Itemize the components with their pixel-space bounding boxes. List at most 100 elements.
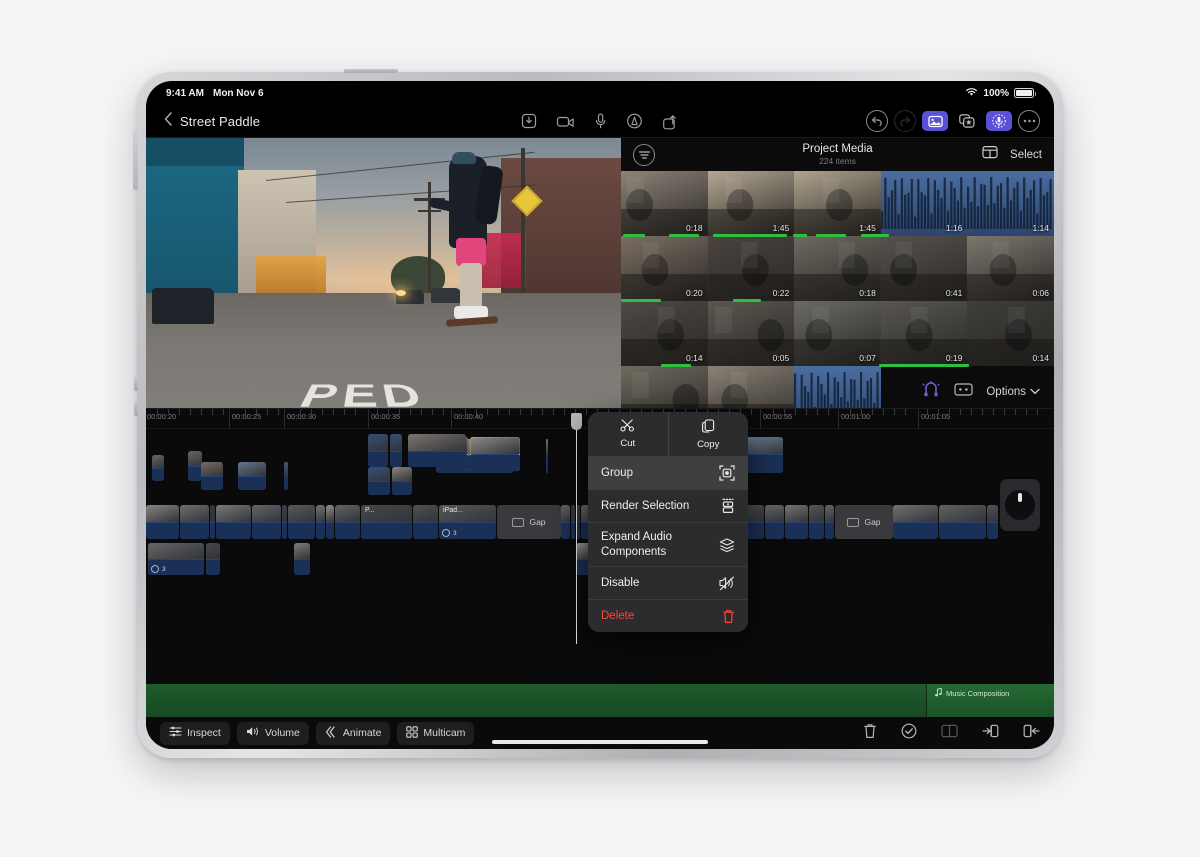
import-icon[interactable] bbox=[522, 113, 537, 129]
context-menu-item-expand-audio-components[interactable]: Expand Audio Components bbox=[588, 522, 748, 566]
media-thumbnail[interactable]: 1:14 bbox=[967, 171, 1054, 236]
timeline-clip[interactable] bbox=[282, 505, 287, 539]
timeline-clip[interactable] bbox=[390, 434, 402, 467]
context-menu-cut-button[interactable]: Cut bbox=[588, 412, 668, 456]
timeline-clip[interactable] bbox=[146, 505, 179, 539]
more-icon[interactable] bbox=[1018, 110, 1040, 132]
media-thumbnail[interactable]: 0:05 bbox=[708, 301, 795, 366]
timeline-clip[interactable] bbox=[216, 505, 251, 539]
timeline-clip[interactable] bbox=[316, 505, 325, 539]
media-browser-icon[interactable] bbox=[922, 111, 948, 131]
media-thumbnail[interactable]: 0:07 bbox=[794, 301, 881, 366]
timeline-clip[interactable] bbox=[188, 451, 202, 481]
timeline-clip[interactable] bbox=[561, 505, 570, 539]
timeline-options-button[interactable]: Options bbox=[986, 386, 1040, 398]
timeline-gap-clip[interactable]: Gap bbox=[497, 505, 561, 539]
timeline-clip[interactable] bbox=[252, 505, 281, 539]
timeline-clip[interactable] bbox=[825, 505, 834, 539]
media-thumbnail[interactable]: 0:18 bbox=[794, 236, 881, 301]
timeline-clip[interactable] bbox=[210, 505, 215, 539]
timeline-clip[interactable] bbox=[546, 439, 548, 473]
volume-down-button[interactable] bbox=[134, 402, 138, 416]
playhead[interactable] bbox=[576, 429, 577, 644]
timeline-clip[interactable] bbox=[939, 505, 986, 539]
undo-icon[interactable] bbox=[866, 110, 888, 132]
timeline-clip[interactable] bbox=[368, 434, 388, 467]
timeline-clip[interactable] bbox=[326, 505, 334, 539]
context-menu-item-group[interactable]: Group bbox=[588, 456, 748, 489]
media-thumbnail[interactable]: 0:19 bbox=[881, 301, 968, 366]
timeline-clip[interactable] bbox=[284, 462, 288, 490]
timeline-gap-clip[interactable]: Gap bbox=[835, 505, 893, 539]
trim-start-icon[interactable] bbox=[982, 724, 999, 743]
filter-icon[interactable] bbox=[633, 144, 655, 166]
timeline-clip[interactable]: P... bbox=[361, 505, 412, 539]
timeline-clip[interactable] bbox=[809, 505, 824, 539]
audio-icon[interactable] bbox=[986, 111, 1012, 131]
annotate-icon[interactable] bbox=[627, 113, 643, 129]
home-indicator[interactable] bbox=[492, 740, 708, 744]
multicam-view-icon[interactable] bbox=[954, 382, 973, 402]
playhead-handle[interactable] bbox=[571, 413, 582, 430]
power-button[interactable] bbox=[344, 69, 398, 73]
timeline-clip[interactable] bbox=[392, 467, 412, 495]
media-thumbnail[interactable]: 0:41 bbox=[881, 236, 968, 301]
bottom-button-multicam[interactable]: Multicam bbox=[397, 722, 474, 745]
timeline-clip[interactable] bbox=[180, 505, 209, 539]
context-menu[interactable]: CutCopy GroupRender SelectionExpand Audi… bbox=[588, 412, 748, 632]
volume-up-button[interactable] bbox=[134, 377, 138, 391]
bottom-button-inspect[interactable]: Inspect bbox=[160, 722, 230, 745]
timeline-clip[interactable] bbox=[288, 505, 315, 539]
media-thumbnail[interactable]: 0:18 bbox=[621, 171, 708, 236]
timeline-clip[interactable]: iPad...3 bbox=[439, 505, 496, 539]
effects-icon[interactable] bbox=[954, 111, 980, 131]
video-camera-icon[interactable] bbox=[557, 115, 575, 128]
media-thumbnail[interactable]: 0:06 bbox=[967, 236, 1054, 301]
timeline-clip[interactable] bbox=[893, 505, 938, 539]
bottom-button-volume[interactable]: Volume bbox=[237, 722, 309, 745]
timeline-clip[interactable] bbox=[571, 505, 575, 539]
music-track[interactable]: Music Composition bbox=[146, 684, 1054, 717]
timeline-clip[interactable] bbox=[201, 462, 223, 490]
timeline-clip[interactable] bbox=[765, 505, 784, 539]
check-circle-icon[interactable] bbox=[901, 723, 917, 744]
media-thumbnail[interactable]: 0:22 bbox=[708, 236, 795, 301]
timeline-clip[interactable] bbox=[785, 505, 808, 539]
timeline-toolbar: Options bbox=[629, 376, 1054, 408]
timeline-clip[interactable] bbox=[470, 437, 520, 471]
microphone-icon[interactable] bbox=[595, 113, 607, 129]
media-thumbnail[interactable]: 0:20 bbox=[621, 236, 708, 301]
media-thumbnail[interactable]: 0:14 bbox=[967, 301, 1054, 366]
share-icon[interactable] bbox=[663, 113, 679, 130]
skater-legs bbox=[460, 263, 482, 311]
layout-icon[interactable] bbox=[982, 145, 998, 164]
video-preview[interactable]: PED bbox=[146, 138, 621, 413]
timeline-clip[interactable] bbox=[294, 543, 310, 575]
timeline-clip[interactable] bbox=[335, 505, 360, 539]
media-thumbnail[interactable]: 1:16 bbox=[881, 171, 968, 236]
context-menu-copy-button[interactable]: Copy bbox=[668, 412, 749, 456]
back-button[interactable] bbox=[160, 112, 180, 130]
bottom-button-animate[interactable]: Animate bbox=[316, 722, 391, 745]
timeline-clip[interactable] bbox=[368, 467, 390, 495]
split-icon[interactable] bbox=[941, 724, 958, 743]
timeline-clip[interactable] bbox=[238, 462, 266, 490]
timeline-clip[interactable]: 3 bbox=[148, 543, 204, 575]
timeline-clip[interactable] bbox=[206, 543, 220, 575]
media-thumbnail[interactable]: 1:45 bbox=[708, 171, 795, 236]
context-menu-item-disable[interactable]: Disable bbox=[588, 566, 748, 599]
context-menu-item-delete[interactable]: Delete bbox=[588, 599, 748, 632]
jog-wheel-icon[interactable] bbox=[1000, 479, 1040, 531]
context-menu-item-render-selection[interactable]: Render Selection bbox=[588, 489, 748, 522]
trash-icon[interactable] bbox=[863, 723, 877, 744]
timeline-clip[interactable] bbox=[408, 434, 466, 467]
timeline-clip[interactable] bbox=[413, 505, 438, 539]
browser-select-button[interactable]: Select bbox=[1010, 149, 1042, 161]
trim-end-icon[interactable] bbox=[1023, 724, 1040, 743]
media-thumbnail[interactable]: 0:14 bbox=[621, 301, 708, 366]
timeline-clip[interactable] bbox=[152, 455, 164, 481]
music-clip[interactable]: Music Composition bbox=[926, 684, 1054, 717]
timeline-clip[interactable] bbox=[987, 505, 998, 539]
magnetic-icon[interactable] bbox=[921, 381, 941, 403]
media-thumbnail[interactable]: 1:45 bbox=[794, 171, 881, 236]
